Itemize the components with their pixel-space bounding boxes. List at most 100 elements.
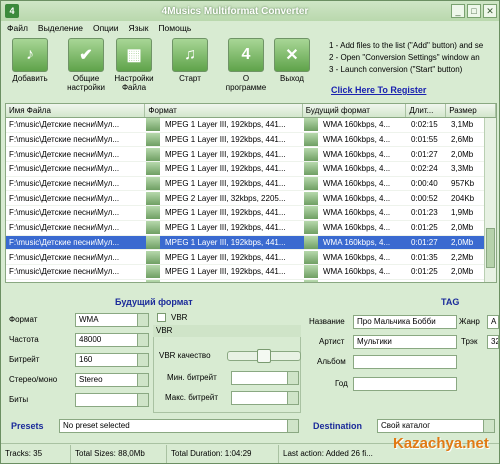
min-bitrate-select[interactable]: [231, 371, 299, 385]
status-tracks: Tracks: 35: [1, 444, 71, 463]
file-name-cell: F:\music\Детские песни\Мул...: [9, 267, 120, 277]
output-format-cell: WMA 160kbps, 4...: [323, 164, 391, 174]
vbr-group-title: VBR: [153, 325, 301, 337]
chevron-down-icon: [137, 334, 148, 346]
output-format-icon: [304, 206, 318, 220]
start-button-label: Старт: [179, 74, 201, 83]
duration-cell: 0:01:25: [411, 267, 438, 277]
format-icon: [146, 162, 160, 176]
table-row[interactable]: F:\music\Детские песни\Мул... MPEG 1 Laye…: [6, 279, 496, 283]
vbr-quality-slider-handle[interactable]: [257, 349, 271, 363]
exit-button[interactable]: ✕ Выход: [269, 38, 315, 96]
stereo-select[interactable]: Stereo: [75, 373, 149, 387]
max-bitrate-select[interactable]: [231, 391, 299, 405]
table-row[interactable]: F:\music\Детские песни\Мул... MPEG 2 Laye…: [6, 191, 496, 207]
add-button[interactable]: ♪ Добавить: [7, 38, 53, 96]
presets-select[interactable]: No preset selected: [59, 419, 299, 433]
general-settings-button[interactable]: ✔ Общие настройки: [63, 38, 109, 96]
tag-panel: TAG Название Про Мальчика Бобби Жанр А А…: [307, 291, 499, 413]
output-format-title: Будущий формат: [115, 297, 193, 307]
album-label: Альбом: [317, 357, 346, 366]
vbr-checkbox[interactable]: [157, 313, 166, 322]
stereo-label: Стерео/моно: [9, 375, 58, 384]
format-cell: MPEG 1 Layer III, 192kbps, 441...: [162, 282, 304, 283]
frequency-select[interactable]: 48000: [75, 333, 149, 347]
menu-help[interactable]: Помощь: [158, 23, 191, 33]
register-link[interactable]: Click Here To Register: [331, 85, 426, 95]
file-name-cell: F:\music\Детские песни\Мул...: [9, 193, 120, 203]
table-row[interactable]: F:\music\Детские песни\Мул... MPEG 1 Laye…: [6, 250, 496, 265]
menu-selection[interactable]: Выделение: [38, 23, 83, 33]
about-button[interactable]: 4 О программе: [223, 38, 269, 96]
genre-field[interactable]: А: [487, 315, 499, 329]
track-label: Трэк: [461, 337, 478, 346]
menu-bar: Файл Выделение Опции Язык Помощь: [1, 21, 499, 35]
title-tag-label: Название: [309, 317, 345, 326]
album-field[interactable]: [353, 355, 457, 369]
table-row[interactable]: F:\music\Детские песни\Мул... MPEG 1 Laye…: [6, 147, 496, 163]
table-row[interactable]: F:\music\Детские песни\Мул... MPEG 1 Laye…: [6, 235, 496, 251]
title-bar[interactable]: 4 4Musics Multiformat Converter _ □ ✕: [1, 1, 499, 21]
table-row[interactable]: F:\music\Детские песни\Мул... MPEG 1 Laye…: [6, 177, 496, 192]
status-total-sizes: Total Sizes: 88,0Mb: [71, 444, 167, 463]
close-icon[interactable]: ✕: [483, 4, 497, 18]
bits-select[interactable]: [75, 393, 149, 407]
output-format-icon: [304, 279, 318, 282]
menu-language[interactable]: Язык: [129, 23, 149, 33]
watermark: Kazachya.net: [393, 435, 489, 452]
output-format-cell: WMA 160kbps, 4...: [323, 135, 391, 145]
year-field[interactable]: [353, 377, 457, 391]
format-icon: [146, 118, 160, 132]
column-filename[interactable]: Имя Файла: [6, 104, 146, 117]
output-format-cell: WMA 160kbps, 4...: [323, 120, 391, 130]
frequency-label: Частота: [9, 335, 39, 344]
output-format-cell: WMA 160kbps, 4...: [323, 193, 391, 203]
file-list[interactable]: Имя Файла Формат Будущий формат Длит... …: [5, 103, 497, 283]
scrollbar-thumb[interactable]: [486, 228, 495, 268]
output-format-cell: WMA 160kbps, 4...: [323, 208, 391, 218]
table-row[interactable]: F:\music\Детские песни\Мул... MPEG 1 Laye…: [6, 118, 496, 133]
destination-select[interactable]: Свой каталог: [377, 419, 495, 433]
chevron-down-icon: [287, 372, 298, 384]
duration-cell: 0:02:15: [411, 120, 438, 130]
table-row[interactable]: F:\music\Детские песни\Мул... MPEG 1 Laye…: [6, 221, 496, 236]
track-field[interactable]: 32: [487, 335, 499, 349]
window-title: 4Musics Multiformat Converter: [161, 5, 309, 17]
menu-options[interactable]: Опции: [93, 23, 119, 33]
duration-cell: 0:00:52: [411, 193, 438, 203]
format-select[interactable]: WMA: [75, 313, 149, 327]
column-duration[interactable]: Длит...: [406, 104, 447, 117]
title-tag-field[interactable]: Про Мальчика Бобби: [353, 315, 457, 329]
output-format-cell: WMA 160kbps, 4...: [323, 223, 391, 233]
chevron-down-icon: [137, 374, 148, 386]
chevron-down-icon: [287, 420, 298, 432]
output-format-panel: Будущий формат Формат WMA Частота 48000 …: [5, 291, 305, 413]
duration-cell: 0:01:55: [411, 135, 438, 145]
chevron-down-icon: [287, 392, 298, 404]
bitrate-select[interactable]: 160: [75, 353, 149, 367]
output-format-cell: WMA 160kbps, 4...: [320, 282, 408, 283]
table-row[interactable]: F:\music\Детские песни\Мул... MPEG 1 Laye…: [6, 265, 496, 280]
table-row[interactable]: F:\music\Детские песни\Мул... MPEG 1 Laye…: [6, 133, 496, 148]
table-row[interactable]: F:\music\Детские песни\Мул... MPEG 1 Laye…: [6, 206, 496, 221]
start-button[interactable]: ♫ Старт: [167, 38, 213, 96]
size-cell: 2,6Mb: [451, 135, 474, 145]
size-cell: 2,0Mb: [451, 267, 474, 277]
maximize-icon[interactable]: □: [467, 4, 481, 18]
file-name-cell: F:\music\Детские песни\Мул...: [9, 208, 120, 218]
format-cell: MPEG 1 Layer III, 192kbps, 441...: [165, 237, 286, 247]
table-row[interactable]: F:\music\Детские песни\Мул... MPEG 1 Laye…: [6, 162, 496, 177]
size-cell: 2,2Mb: [451, 252, 474, 262]
file-settings-button[interactable]: ▦ Настройки Файла: [111, 38, 157, 96]
column-size[interactable]: Размер: [446, 104, 496, 117]
minimize-icon[interactable]: _: [451, 4, 465, 18]
menu-file[interactable]: Файл: [7, 23, 28, 33]
column-format[interactable]: Формат: [145, 104, 303, 117]
vertical-scrollbar[interactable]: [484, 118, 496, 282]
format-icon: [146, 235, 160, 249]
artist-field[interactable]: Мультики: [353, 335, 457, 349]
column-output-format[interactable]: Будущий формат: [303, 104, 407, 117]
chevron-down-icon: [137, 354, 148, 366]
format-icon: [146, 265, 160, 279]
hint-line: 2 - Open "Conversion Settings" window an: [329, 53, 480, 62]
